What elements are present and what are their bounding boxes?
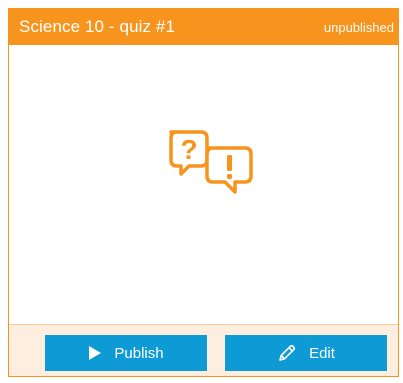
play-icon [88,345,102,361]
pencil-icon [277,343,297,363]
edit-label: Edit [309,344,335,362]
svg-text:?: ? [180,134,197,165]
publish-label: Publish [114,344,164,362]
quiz-card: Science 10 - quiz #1 unpublished ? Publi… [8,8,399,377]
edit-button[interactable]: Edit [225,335,387,371]
card-footer: Publish Edit [9,324,398,376]
quiz-question-exclamation-icon: ? [169,130,253,194]
card-body: ? [9,45,398,328]
card-header: Science 10 - quiz #1 unpublished [9,9,398,45]
status-label: unpublished [323,19,394,35]
quiz-title[interactable]: Science 10 - quiz #1 [19,17,175,37]
publish-button[interactable]: Publish [45,335,207,371]
